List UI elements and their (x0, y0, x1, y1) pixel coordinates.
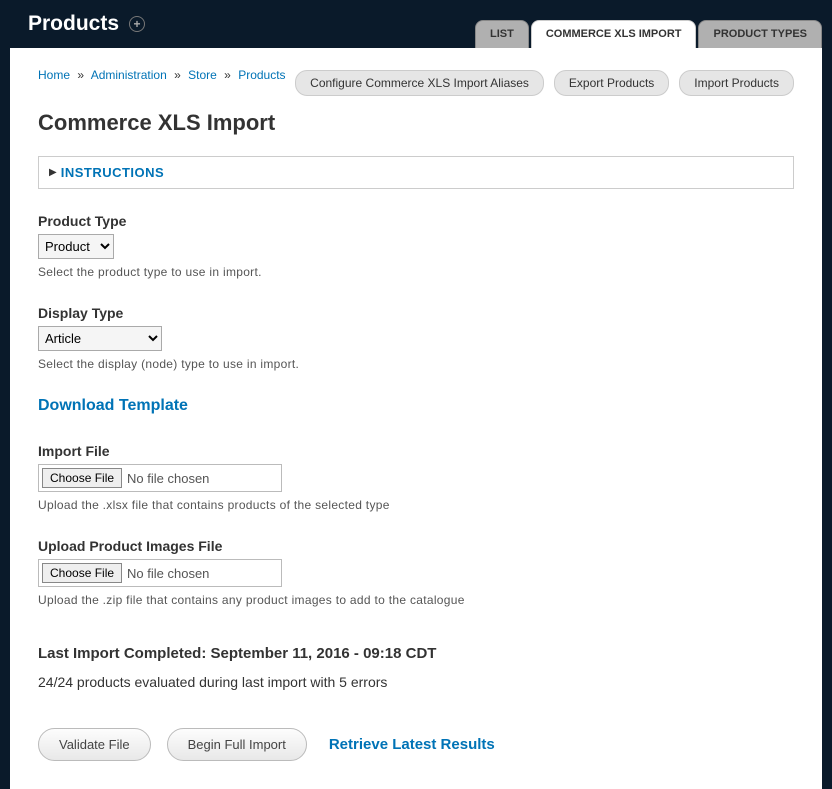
product-type-select[interactable]: Product (38, 234, 114, 259)
images-file-choose-button[interactable]: Choose File (42, 563, 122, 583)
images-file-field: Upload Product Images File Choose File N… (38, 538, 794, 607)
tab-product-types[interactable]: PRODUCT TYPES (698, 20, 822, 48)
plus-icon[interactable]: + (129, 16, 145, 32)
download-template-link[interactable]: Download Template (38, 397, 188, 415)
tab-list[interactable]: LIST (475, 20, 529, 48)
display-type-label: Display Type (38, 305, 794, 321)
import-file-input[interactable]: Choose File No file chosen (38, 464, 282, 492)
images-file-status: No file chosen (125, 566, 209, 581)
action-import-products[interactable]: Import Products (679, 70, 794, 96)
breadcrumb-home[interactable]: Home (38, 68, 70, 82)
images-file-label: Upload Product Images File (38, 538, 794, 554)
breadcrumb-administration[interactable]: Administration (91, 68, 167, 82)
admin-title: Products + (28, 12, 145, 36)
page-title: Commerce XLS Import (38, 110, 794, 136)
breadcrumb-store[interactable]: Store (188, 68, 217, 82)
images-file-desc: Upload the .zip file that contains any p… (38, 593, 794, 607)
retrieve-latest-results-link[interactable]: Retrieve Latest Results (329, 736, 495, 753)
product-type-field: Product Type Product Select the product … (38, 213, 794, 279)
begin-full-import-button[interactable]: Begin Full Import (167, 728, 307, 761)
action-configure-aliases[interactable]: Configure Commerce XLS Import Aliases (295, 70, 544, 96)
breadcrumb-products[interactable]: Products (238, 68, 285, 82)
admin-title-text: Products (28, 12, 119, 36)
import-file-desc: Upload the .xlsx file that contains prod… (38, 498, 794, 512)
display-type-desc: Select the display (node) type to use in… (38, 357, 794, 371)
import-file-label: Import File (38, 443, 794, 459)
import-file-field: Import File Choose File No file chosen U… (38, 443, 794, 512)
tab-commerce-xls-import[interactable]: COMMERCE XLS IMPORT (531, 20, 697, 48)
instructions-fieldset[interactable]: ▶ INSTRUCTIONS (38, 156, 794, 189)
display-type-select[interactable]: Article (38, 326, 162, 351)
chevron-right-icon: ▶ (49, 167, 57, 178)
page-body: Home » Administration » Store » Products… (10, 48, 822, 789)
last-import-heading: Last Import Completed: September 11, 201… (38, 645, 794, 662)
instructions-label: INSTRUCTIONS (61, 165, 165, 180)
product-type-label: Product Type (38, 213, 794, 229)
display-type-field: Display Type Article Select the display … (38, 305, 794, 371)
import-file-status: No file chosen (125, 471, 209, 486)
primary-tabs: LIST COMMERCE XLS IMPORT PRODUCT TYPES (475, 20, 822, 48)
import-file-choose-button[interactable]: Choose File (42, 468, 122, 488)
product-type-desc: Select the product type to use in import… (38, 265, 794, 279)
action-export-products[interactable]: Export Products (554, 70, 669, 96)
action-links: Configure Commerce XLS Import Aliases Ex… (295, 70, 794, 96)
button-row: Validate File Begin Full Import Retrieve… (38, 728, 794, 761)
last-import-summary: 24/24 products evaluated during last imp… (38, 674, 794, 690)
images-file-input[interactable]: Choose File No file chosen (38, 559, 282, 587)
admin-toolbar: Products + LIST COMMERCE XLS IMPORT PROD… (0, 0, 832, 48)
validate-file-button[interactable]: Validate File (38, 728, 151, 761)
